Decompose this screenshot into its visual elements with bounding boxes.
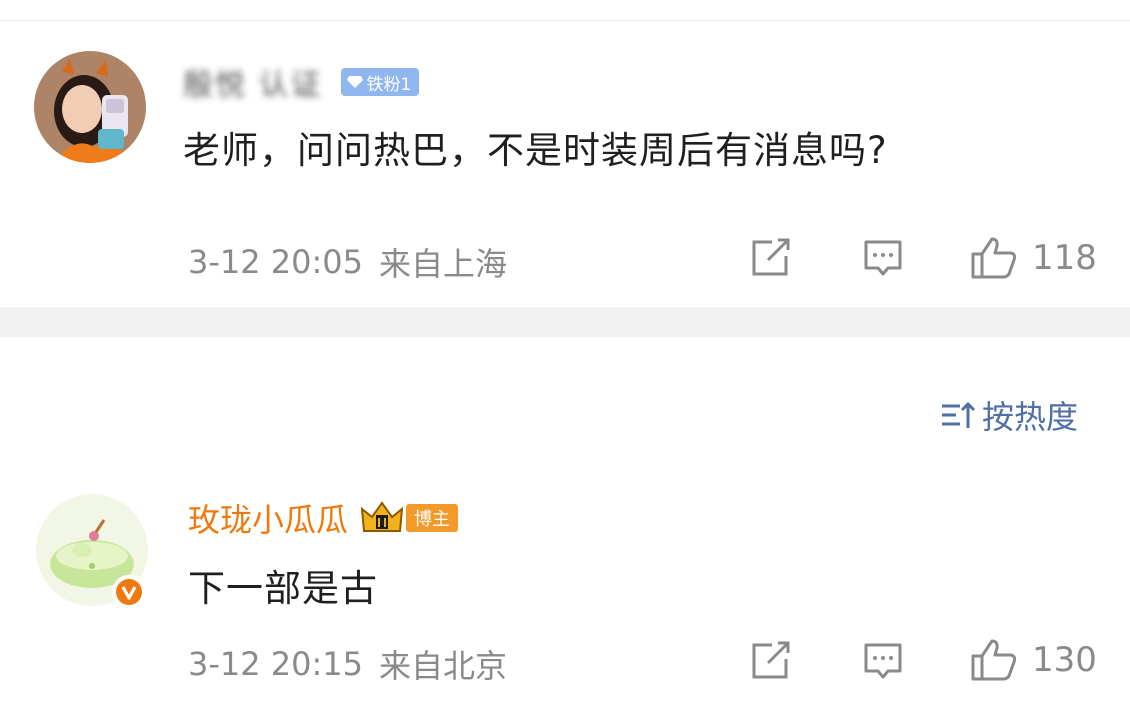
avatar-image (34, 51, 146, 163)
comment-meta: 3-12 20:15 来自北京 (188, 641, 507, 687)
timestamp: 3-12 20:15 (188, 645, 364, 683)
sort-label: 按热度 (982, 398, 1079, 436)
section-divider (0, 307, 1130, 337)
repost-icon (752, 238, 790, 276)
comment-button[interactable] (862, 238, 904, 278)
comment-button[interactable] (862, 641, 904, 681)
comment-meta: 3-12 20:05 来自上海 (188, 239, 507, 285)
repost-button[interactable] (750, 238, 792, 278)
like-button[interactable]: 118 (970, 236, 1097, 280)
blogger-badge: 博主 (406, 504, 459, 532)
sort-icon (942, 401, 976, 428)
comment-header: 玫珑小瓜瓜 博主 (188, 495, 459, 541)
diamond-icon (346, 76, 363, 88)
crown-icon (360, 501, 404, 532)
username[interactable]: 殷悦 认证 (183, 60, 323, 104)
comment-icon (864, 643, 902, 679)
comment-list: 殷悦 认证 铁粉1 老师，问问热巴，不是时装周后有消息吗? 3-12 20:05… (0, 0, 1130, 709)
verified-v-icon (116, 579, 142, 605)
fan-badge: 铁粉1 (340, 68, 420, 96)
verified-badge (112, 575, 146, 609)
top-divider (0, 20, 1130, 21)
comment-header: 殷悦 认证 铁粉1 (183, 60, 420, 104)
comment-text: 下一部是古 (188, 567, 378, 610)
comment-text: 老师，问问热巴，不是时装周后有消息吗? (183, 129, 888, 172)
like-button[interactable]: 130 (970, 638, 1097, 682)
fan-badge-label: 铁粉1 (366, 74, 412, 95)
repost-icon (752, 641, 790, 679)
comment-icon (864, 240, 902, 276)
location: 来自上海 (379, 245, 508, 283)
location: 来自北京 (379, 647, 508, 685)
like-count: 130 (1032, 640, 1097, 680)
username[interactable]: 玫珑小瓜瓜 (188, 495, 348, 541)
thumbs-up-icon (971, 639, 1017, 681)
avatar[interactable] (34, 51, 146, 163)
timestamp: 3-12 20:05 (188, 243, 364, 281)
thumbs-up-icon (971, 237, 1017, 279)
repost-button[interactable] (750, 641, 792, 681)
sort-by-hot-button[interactable]: 按热度 (940, 392, 1078, 438)
like-count: 118 (1032, 238, 1097, 278)
